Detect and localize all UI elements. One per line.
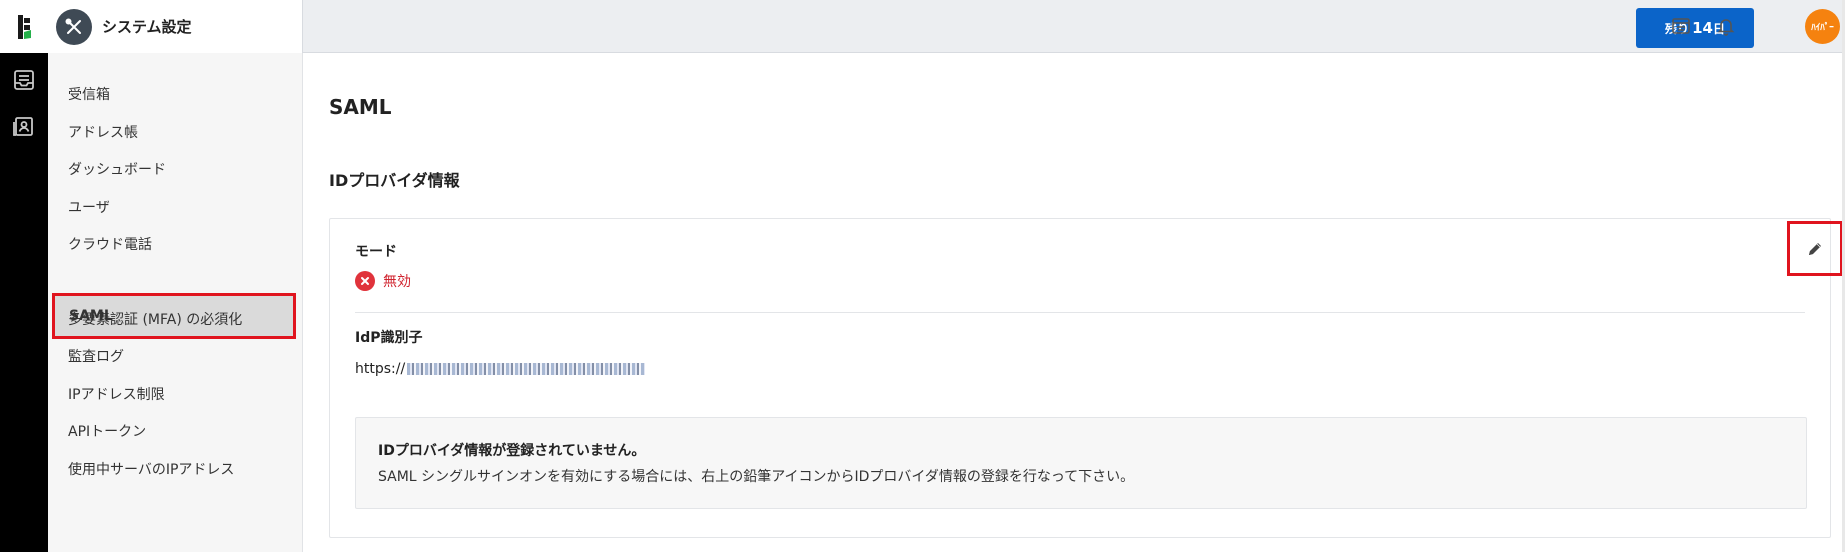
- sidebar-item-inbox[interactable]: 受信箱: [54, 73, 294, 115]
- mode-status-text: 無効: [383, 274, 411, 290]
- sidebar-item-address-book[interactable]: アドレス帳: [54, 111, 294, 153]
- mode-status: 無効: [355, 271, 411, 291]
- idp-label: IdP識別子: [355, 330, 423, 346]
- idp-identifier: https://: [355, 361, 646, 377]
- app-title: システム設定: [102, 18, 192, 36]
- news-icon[interactable]: [1668, 13, 1694, 39]
- redacted-url: [407, 363, 646, 375]
- logo-icon[interactable]: [0, 0, 48, 53]
- sidebar-item-mfa[interactable]: 多要素認証 (MFA) の必須化: [54, 298, 294, 340]
- contacts-icon[interactable]: [10, 112, 38, 140]
- sidebar-item-cloud-phone[interactable]: クラウド電話: [54, 223, 294, 265]
- idp-url-prefix: https://: [355, 361, 406, 377]
- sidebar-item-users[interactable]: ユーザ: [54, 186, 294, 228]
- top-header: システム設定 残り 14 日 ﾊｲﾊﾟｰ: [48, 0, 1845, 53]
- inbox-icon[interactable]: [10, 66, 38, 94]
- pencil-icon: [1809, 242, 1821, 255]
- sidebar-item-dashboard[interactable]: ダッシュボード: [54, 148, 294, 190]
- app-switcher[interactable]: システム設定: [48, 0, 303, 53]
- sidebar-item-audit-log[interactable]: 監査ログ: [54, 335, 294, 377]
- avatar-text: ﾊｲﾊﾟｰ: [1811, 23, 1834, 33]
- error-circle-icon: [355, 271, 375, 291]
- mode-label: モード: [355, 244, 397, 260]
- divider: [355, 312, 1805, 313]
- edit-button[interactable]: [1787, 221, 1843, 276]
- sidebar: 受信箱 アドレス帳 ダッシュボード ユーザ クラウド電話 SAML 多要素認証 …: [48, 53, 303, 552]
- idp-card: モード 無効 IdP識別子 https:// IDプロバイダ情報が登録されていま…: [329, 218, 1843, 538]
- empty-notice: IDプロバイダ情報が登録されていません。 SAML シングルサインオンを有効にす…: [355, 417, 1807, 509]
- tools-icon: [56, 8, 92, 45]
- page-title: SAML: [329, 95, 392, 119]
- trial-days: 14: [1692, 19, 1713, 37]
- sidebar-item-server-ip[interactable]: 使用中サーバのIPアドレス: [54, 448, 294, 490]
- avatar[interactable]: ﾊｲﾊﾟｰ: [1805, 9, 1840, 44]
- notice-body: SAML シングルサインオンを有効にする場合には、右上の鉛筆アイコンからIDプロ…: [378, 469, 1135, 485]
- section-title: IDプロバイダ情報: [329, 171, 460, 190]
- notice-title: IDプロバイダ情報が登録されていません。: [378, 443, 646, 459]
- bell-icon[interactable]: [1713, 13, 1739, 39]
- app-rail: [0, 0, 48, 552]
- sidebar-item-ip-restriction[interactable]: IPアドレス制限: [54, 373, 294, 415]
- main-content: SAML IDプロバイダ情報 モード 無効 IdP識別子 https:// ID…: [304, 53, 1845, 552]
- sidebar-item-api-token[interactable]: APIトークン: [54, 410, 294, 452]
